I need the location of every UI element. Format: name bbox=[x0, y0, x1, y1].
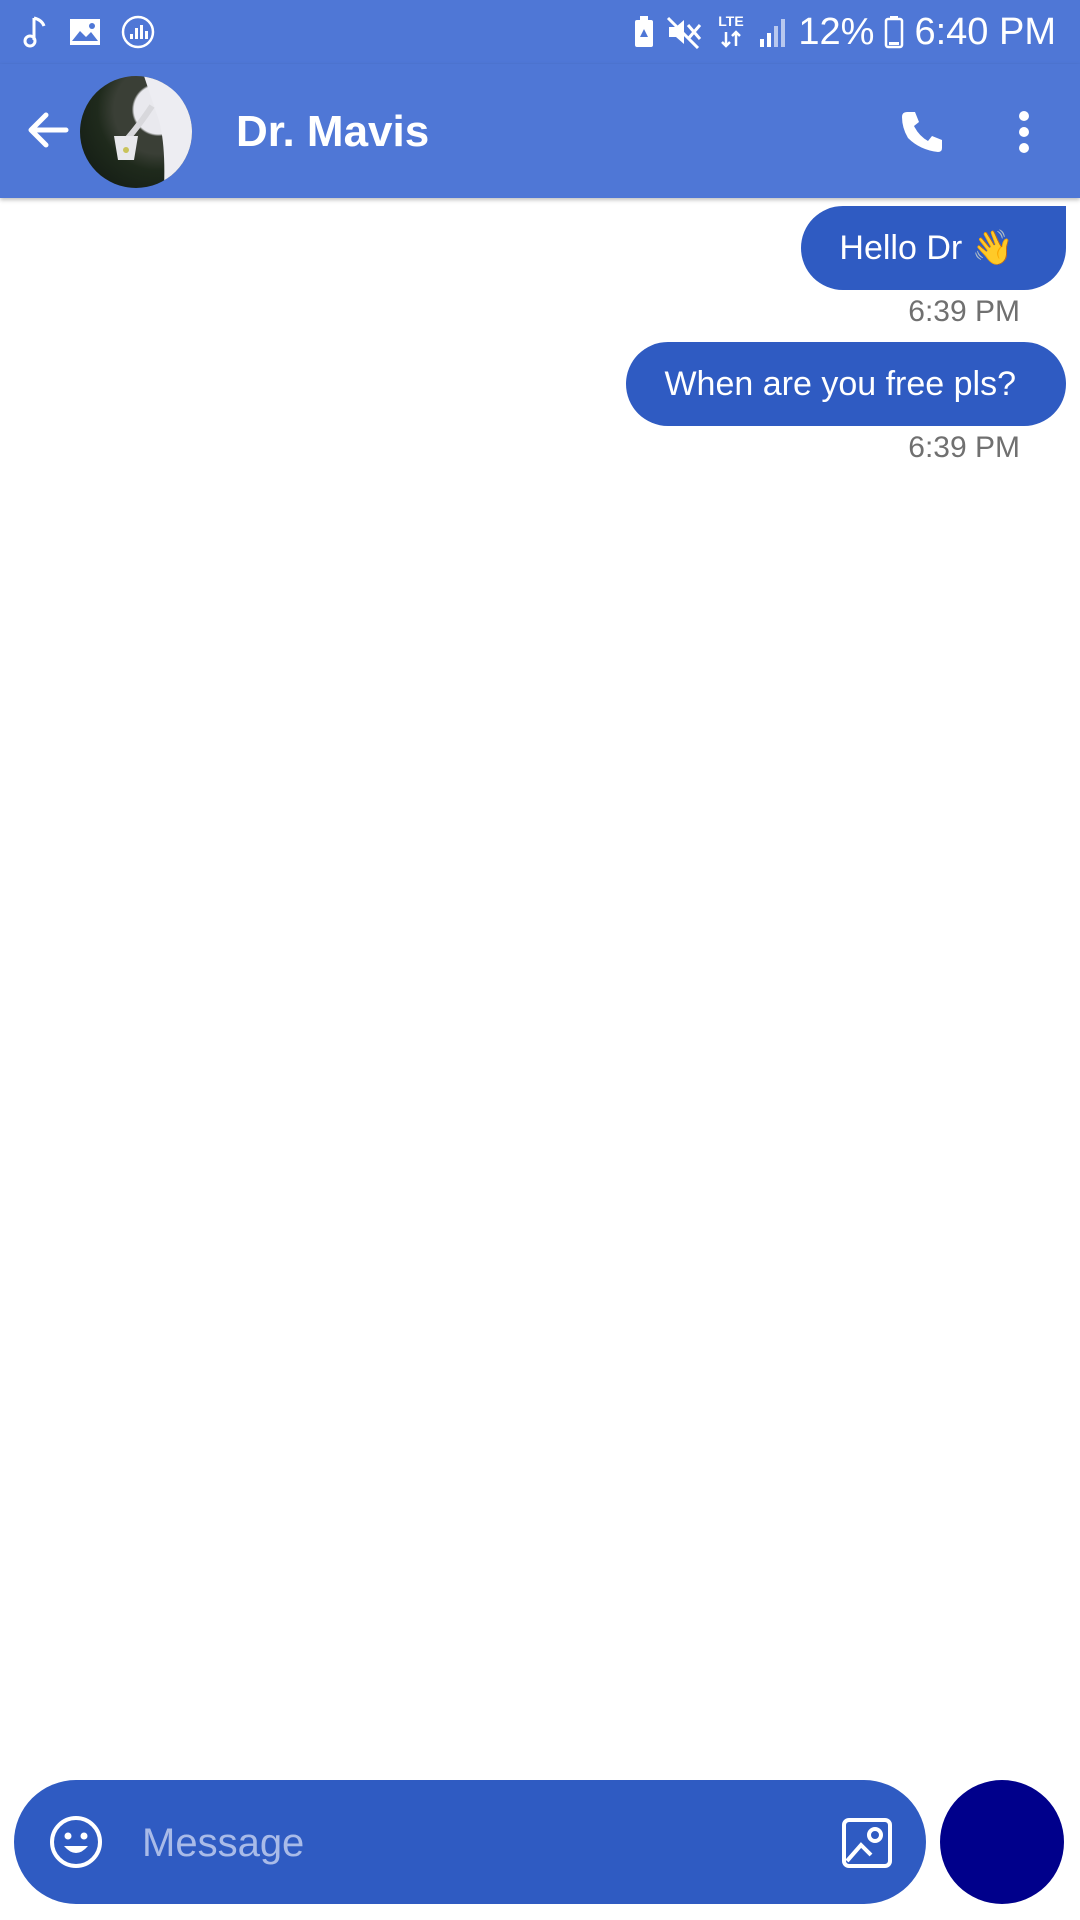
battery-saver-icon bbox=[632, 15, 656, 49]
message-composer bbox=[14, 1780, 926, 1904]
status-notification-icons bbox=[22, 12, 156, 52]
avatar[interactable] bbox=[80, 76, 192, 188]
status-system-icons: LTE 12% 6:40 PM bbox=[632, 8, 1056, 56]
contact-name: Dr. Mavis bbox=[236, 107, 430, 156]
message-list[interactable]: Hello Dr 👋 6:39 PM When are you free pls… bbox=[0, 198, 1080, 1768]
chat-header: Dr. Mavis bbox=[0, 64, 1080, 198]
more-vert-icon bbox=[1019, 111, 1029, 153]
emoji-button[interactable] bbox=[48, 1814, 104, 1870]
send-button[interactable] bbox=[940, 1780, 1064, 1904]
message-timestamp: 6:39 PM bbox=[908, 295, 1020, 328]
image-icon bbox=[842, 1818, 892, 1868]
message-bubble[interactable]: Hello Dr 👋 bbox=[801, 206, 1066, 290]
message-input[interactable] bbox=[140, 1802, 824, 1884]
call-button[interactable] bbox=[892, 102, 952, 162]
battery-percent: 12% bbox=[798, 11, 875, 53]
status-time: 6:40 PM bbox=[914, 11, 1056, 53]
lte-icon: LTE bbox=[714, 12, 748, 52]
phone-icon bbox=[902, 112, 942, 152]
image-icon bbox=[68, 17, 102, 47]
arrow-left-icon bbox=[28, 112, 69, 148]
chat-screen: LTE 12% 6:40 PM Dr. Mavis Hello Dr 👋 6:3… bbox=[0, 0, 1080, 1920]
mute-icon bbox=[666, 15, 704, 49]
lte-label: LTE bbox=[719, 13, 744, 29]
message-bubble[interactable]: When are you free pls? bbox=[626, 342, 1066, 426]
music-note-icon bbox=[22, 14, 50, 50]
avatar-photo bbox=[114, 76, 192, 188]
deezer-icon bbox=[120, 14, 156, 50]
message-timestamp: 6:39 PM bbox=[908, 431, 1020, 464]
signal-icon bbox=[758, 15, 788, 49]
more-options-button[interactable] bbox=[1004, 102, 1044, 162]
attach-image-button[interactable] bbox=[840, 1816, 894, 1870]
smiley-icon bbox=[50, 1816, 102, 1868]
back-button[interactable] bbox=[22, 104, 74, 156]
status-bar: LTE 12% 6:40 PM bbox=[0, 0, 1080, 64]
battery-icon bbox=[884, 15, 904, 49]
